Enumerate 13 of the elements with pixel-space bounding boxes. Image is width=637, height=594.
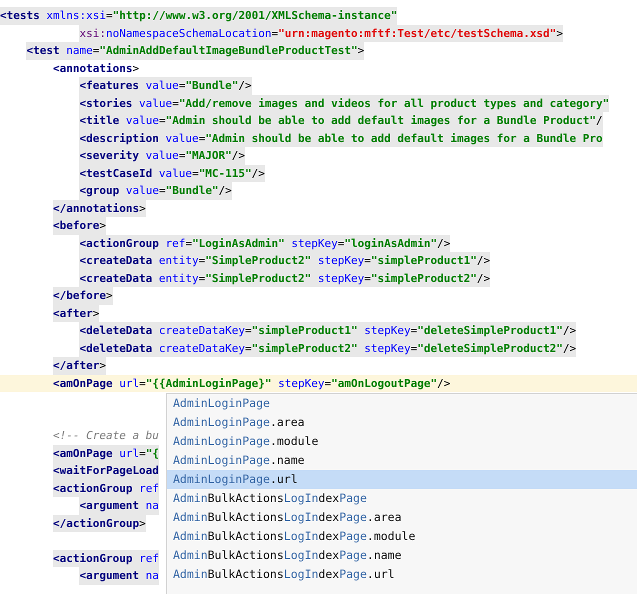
completion-item[interactable]: AdminLoginPage.area <box>167 413 637 432</box>
completion-item[interactable]: AdminBulkActionsLogIndexPage.module <box>167 527 637 546</box>
completion-item[interactable]: AdminLoginPage.name <box>167 451 637 470</box>
code-line: <annotations> <box>52 60 140 76</box>
code-comment: <!-- Create a bu <box>52 428 159 444</box>
code-line: <amOnPage url="{{AdminLoginPage}" stepKey="amOnLogoutPage"/> <box>52 376 450 392</box>
completion-item[interactable]: AdminLoginPage <box>167 394 637 413</box>
completion-item[interactable]: AdminBulkActionsLogIndexPage.url <box>167 565 637 584</box>
completion-item[interactable]: AdminBulkActionsLogIndexPage <box>167 489 637 508</box>
completion-item[interactable]: AdminBulkActionsLogIndexPage.area <box>167 508 637 527</box>
completion-item[interactable]: AdminLoginPage.url <box>167 470 637 489</box>
completion-item[interactable]: AdminBulkActionsLogIndexPage.name <box>167 546 637 565</box>
completion-item[interactable]: AdminLoginPage.module <box>167 432 637 451</box>
